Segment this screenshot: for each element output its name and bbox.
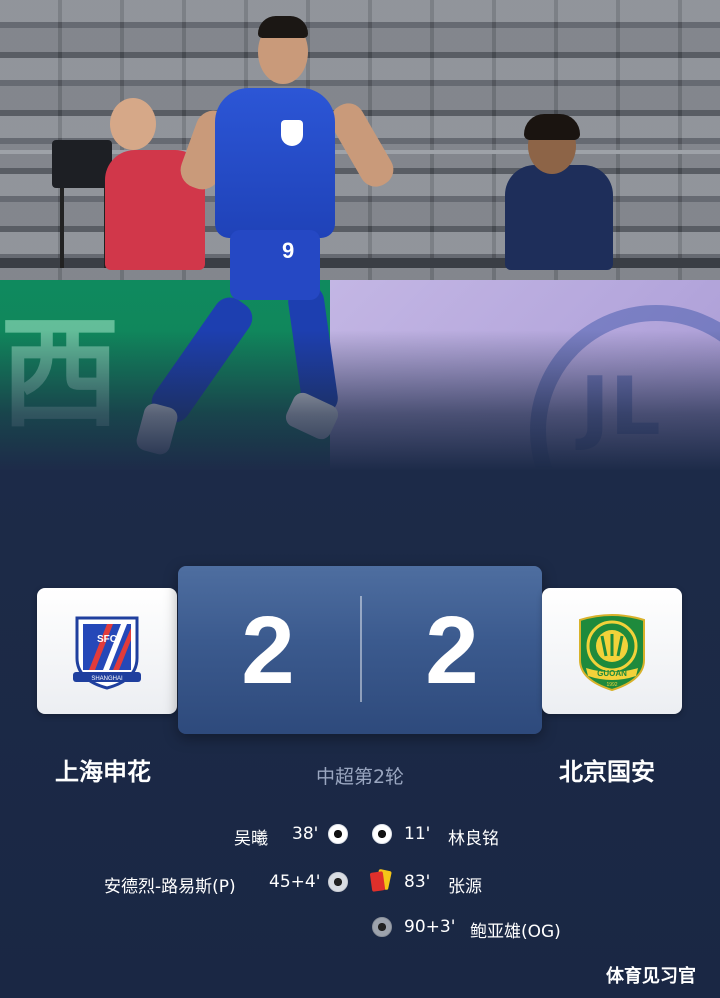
event-minute: 90+3' bbox=[404, 917, 456, 937]
staff-hair bbox=[524, 114, 580, 140]
penalty-ball-icon bbox=[328, 872, 348, 892]
home-score: 2 bbox=[241, 597, 295, 704]
camera-tripod bbox=[60, 188, 108, 268]
tv-camera bbox=[52, 140, 112, 188]
scoreboard: 2 2 bbox=[178, 566, 542, 734]
soccer-ball-icon bbox=[372, 824, 392, 844]
player-shorts: 9 bbox=[230, 230, 320, 300]
event-player: 鲍亚雄(OG) bbox=[470, 922, 561, 942]
guoan-crest-icon: GUOAN 1992 bbox=[579, 614, 645, 692]
player-hair bbox=[258, 16, 308, 38]
match-photo: 西 JL 9 bbox=[0, 0, 720, 470]
soccer-ball-icon bbox=[328, 824, 348, 844]
source-watermark: 体育见习官 bbox=[606, 966, 696, 987]
event-player: 张源 bbox=[448, 877, 482, 897]
shenhua-crest-icon: SFC SHANGHAI bbox=[73, 616, 141, 690]
away-team-name: 北京国安 bbox=[559, 758, 655, 786]
player-jersey bbox=[215, 88, 335, 238]
event-minute: 45+4' bbox=[269, 872, 321, 892]
crest-letters: SFC bbox=[97, 634, 117, 645]
score-divider bbox=[360, 596, 362, 702]
event-player: 林良铭 bbox=[448, 829, 499, 849]
jersey-badge bbox=[281, 120, 303, 146]
crest-year: 1992 bbox=[606, 682, 617, 688]
own-goal-ball-icon bbox=[372, 917, 392, 937]
staff-member bbox=[505, 165, 613, 270]
second-yellow-red-card-icon bbox=[369, 868, 392, 892]
home-team-name: 上海申花 bbox=[55, 758, 151, 786]
competition-round: 中超第2轮 bbox=[315, 766, 405, 788]
photo-fade-overlay bbox=[0, 330, 720, 470]
crest-caption: SHANGHAI bbox=[91, 676, 123, 682]
away-score: 2 bbox=[425, 597, 479, 704]
event-minute: 11' bbox=[404, 824, 431, 844]
match-result-card: 西 JL 9 SFC SHANGHAI 2 bbox=[0, 0, 720, 998]
crest-name: GUOAN bbox=[597, 669, 627, 678]
event-player: 安德烈-路易斯(P) bbox=[104, 877, 236, 897]
home-team-card: SFC SHANGHAI bbox=[37, 588, 177, 714]
shorts-number: 9 bbox=[282, 238, 295, 263]
cameraman-head bbox=[110, 98, 156, 150]
event-minute: 38' bbox=[292, 824, 319, 844]
red-card-icon bbox=[369, 871, 386, 892]
event-minute: 83' bbox=[404, 872, 431, 892]
away-team-card: GUOAN 1992 bbox=[542, 588, 682, 714]
event-player: 吴曦 bbox=[234, 829, 268, 849]
